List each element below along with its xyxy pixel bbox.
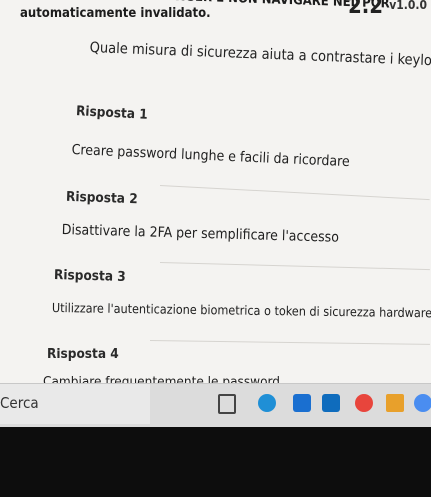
answer-divider [149,340,430,345]
version-label: v1.0.0 [389,0,427,12]
answer-2-option[interactable]: Disattivare la 2FA per semplificare l'ac… [62,222,340,246]
answer-2-label: Risposta 2 [65,188,138,208]
exam-page: automaticamente invalidato. IL BROWSER E… [0,0,431,410]
chrome-icon[interactable] [355,394,373,412]
search-label: Cerca [0,394,39,412]
answer-4-label: Risposta 4 [47,346,119,362]
question-text: Quale misura di sicurezza aiuta a contra… [89,40,431,71]
answer-3-label: Risposta 3 [53,267,126,285]
task-view-icon[interactable] [218,394,236,414]
answer-divider [159,262,430,271]
taskbar: Cerca [0,383,431,428]
taskbar-search-box[interactable]: Cerca [0,384,150,424]
store-icon[interactable] [293,394,311,412]
answer-1-label: Risposta 1 [75,103,149,123]
edge-icon[interactable] [258,394,276,412]
quiz-number-stamp: 2.2 [347,0,383,19]
answer-1-option[interactable]: Creare password lunghe e facili da ricor… [71,142,350,170]
outlook-icon[interactable] [322,394,340,412]
answer-3-option[interactable]: Utilizzare l'autenticazione biometrica o… [52,300,431,320]
answer-divider [159,185,430,201]
screen-bezel [0,427,431,497]
pinned-app-icon[interactable] [386,394,404,412]
chrome-alt-icon[interactable] [414,394,431,412]
warning-line-1: automaticamente invalidato. [20,6,211,21]
